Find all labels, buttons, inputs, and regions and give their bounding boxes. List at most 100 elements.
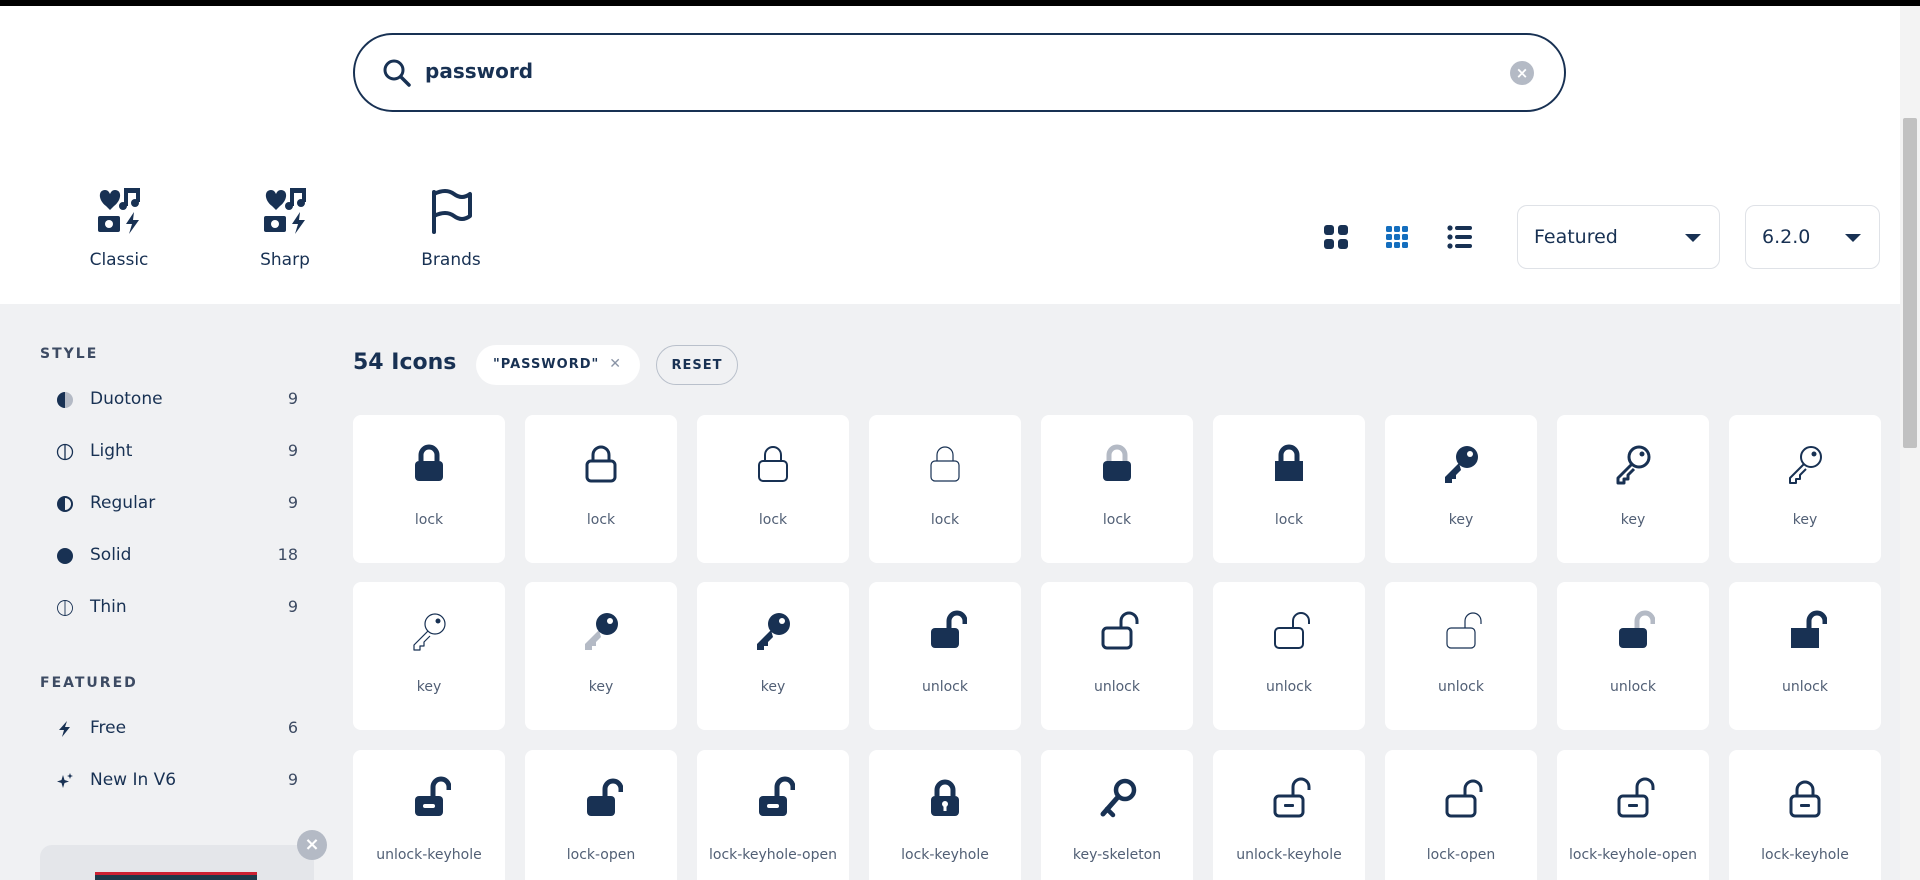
icon-label: lock-keyhole-open [1568, 847, 1697, 863]
scrollbar[interactable] [1900, 6, 1920, 880]
view-grid-small-button[interactable] [1380, 220, 1414, 254]
icon-tile[interactable]: unlock [1041, 582, 1193, 730]
close-icon[interactable]: × [297, 830, 327, 860]
icon-tile[interactable]: lock-keyhole-open [697, 750, 849, 880]
key-icon [1445, 446, 1478, 483]
lock-icon [1275, 444, 1303, 481]
icon-tile[interactable]: lock [869, 415, 1021, 563]
remove-term-icon[interactable]: ✕ [609, 356, 622, 372]
filter-count: 9 [287, 389, 298, 408]
sparkles-icon [57, 773, 73, 788]
light-circle-icon [56, 443, 74, 461]
key-icon [1789, 446, 1822, 484]
filter-free[interactable]: Free 6 [40, 714, 298, 746]
clear-search-icon[interactable]: × [1510, 61, 1534, 85]
family-brands[interactable]: Brands [386, 186, 516, 270]
icon-tile[interactable]: lock [1041, 415, 1193, 563]
sort-dropdown[interactable]: Featured [1517, 205, 1720, 269]
family-sharp[interactable]: Sharp [220, 186, 350, 270]
filter-label: Regular [90, 493, 156, 513]
icon-tile[interactable]: lock-keyhole [1729, 750, 1881, 880]
filter-new-in-v6[interactable]: New In V6 9 [40, 766, 298, 798]
family-classic[interactable]: Classic [54, 186, 184, 270]
icon-tile[interactable]: key [1385, 415, 1537, 563]
icon-label: key [760, 679, 786, 695]
icon-tile[interactable]: key [1557, 415, 1709, 563]
filter-label: Duotone [90, 389, 163, 409]
icon-tile[interactable]: unlock [1729, 582, 1881, 730]
icon-tile[interactable]: lock [353, 415, 505, 563]
duotone-circle-icon [57, 392, 73, 408]
icon-tile[interactable]: lock-open [525, 750, 677, 880]
version-dropdown[interactable]: 6.2.0 [1745, 205, 1880, 269]
reset-button[interactable]: RESET [656, 345, 738, 385]
icon-label: unlock [921, 679, 968, 695]
filter-duotone[interactable]: Duotone 9 [40, 385, 298, 417]
unlock-icon [1446, 612, 1482, 649]
icon-tile[interactable]: key [1729, 415, 1881, 563]
icon-tile[interactable]: unlock-keyhole [1213, 750, 1365, 880]
filter-count: 9 [287, 441, 298, 460]
icon-label: key [1448, 512, 1474, 528]
filter-thin[interactable]: Thin 9 [40, 593, 298, 625]
icon-label: lock-open [566, 847, 636, 863]
filter-label: Light [90, 441, 133, 461]
search-bar[interactable]: password × [353, 33, 1566, 112]
icon-tile[interactable]: lock-keyhole [869, 750, 1021, 880]
unlock-keyhole-icon [415, 776, 451, 816]
sharp-icon [264, 188, 306, 234]
filter-regular[interactable]: Regular 9 [40, 489, 298, 521]
lock-keyhole-icon [1789, 780, 1821, 818]
icon-tile[interactable]: lock-open [1385, 750, 1537, 880]
promo-image [95, 872, 257, 880]
family-label: Brands [421, 250, 481, 270]
search-term-chip[interactable]: "PASSWORD" ✕ [476, 345, 640, 385]
lock-keyhole-icon [931, 779, 959, 816]
lock-icon [585, 445, 617, 483]
icon-label: key [416, 679, 442, 695]
icon-tile[interactable]: lock [525, 415, 677, 563]
solid-circle-icon [57, 548, 73, 564]
lock-keyhole-open-icon [1617, 777, 1655, 818]
unlock-keyhole-icon [1273, 777, 1311, 818]
search-input[interactable]: password [425, 59, 533, 83]
icon-tile[interactable]: key [353, 582, 505, 730]
filter-label: New In V6 [90, 770, 177, 790]
filter-count: 6 [287, 718, 298, 737]
filter-solid[interactable]: Solid 18 [40, 541, 298, 573]
unlock-icon [1274, 612, 1310, 649]
icon-label: key [1620, 512, 1646, 528]
icon-tile[interactable]: lock-keyhole-open [1557, 750, 1709, 880]
featured-heading: FEATURED [40, 675, 138, 691]
icon-tile[interactable]: lock [697, 415, 849, 563]
bolt-icon [59, 721, 70, 737]
icon-tile[interactable]: unlock [1385, 582, 1537, 730]
icon-tile[interactable]: key [525, 582, 677, 730]
scrollbar-thumb[interactable] [1903, 118, 1917, 448]
icon-tile[interactable]: unlock [1557, 582, 1709, 730]
icon-label: lock [586, 512, 616, 528]
filter-light[interactable]: Light 9 [40, 437, 298, 469]
icon-tile[interactable]: lock [1213, 415, 1365, 563]
unlock-icon [931, 610, 967, 648]
lock-icon [930, 446, 960, 482]
filter-label: Thin [90, 597, 127, 617]
key-icon [413, 613, 446, 651]
filter-label: Free [90, 718, 127, 738]
promo-card[interactable] [40, 845, 314, 880]
icon-label: key [588, 679, 614, 695]
unlock-icon [1791, 610, 1827, 648]
icon-tile[interactable]: unlock-keyhole [353, 750, 505, 880]
icon-label: unlock-keyhole [376, 847, 482, 863]
icon-tile[interactable]: unlock [1213, 582, 1365, 730]
icon-tile[interactable]: unlock [869, 582, 1021, 730]
lock-open-icon [1445, 779, 1483, 818]
view-grid-large-button[interactable] [1319, 220, 1353, 254]
icon-label: key-skeleton [1072, 847, 1162, 863]
icon-tile[interactable]: key-skeleton [1041, 750, 1193, 880]
filter-sidebar: STYLE Duotone 9 Light 9 Regular 9 Solid 18 Thin 9… [0, 304, 320, 880]
key-skeleton-icon [1100, 778, 1137, 818]
filter-count: 9 [287, 770, 298, 789]
view-list-button[interactable] [1443, 220, 1477, 254]
icon-tile[interactable]: key [697, 582, 849, 730]
